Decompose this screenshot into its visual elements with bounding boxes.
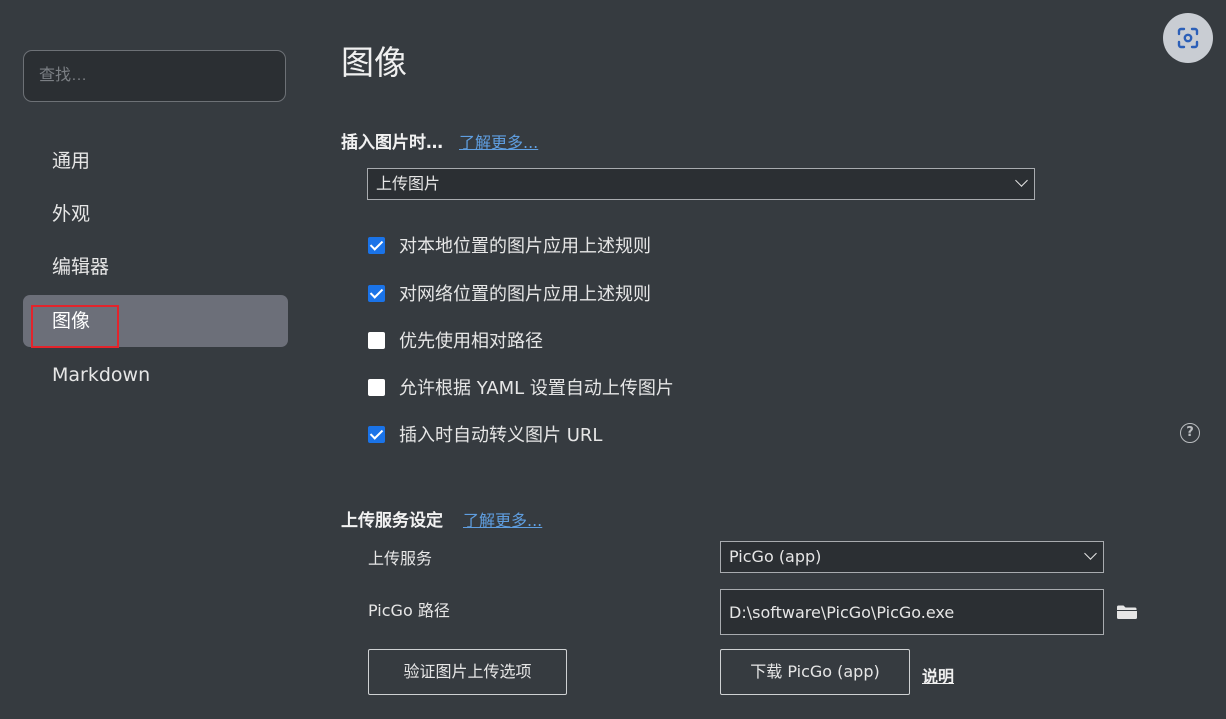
checkbox-label: 对本地位置的图片应用上述规则 xyxy=(399,236,651,257)
checkbox-label: 插入时自动转义图片 URL xyxy=(399,425,603,446)
picgo-path-label: PicGo 路径 xyxy=(368,601,450,620)
upload-section-title: 上传服务设定 xyxy=(341,511,443,531)
sidebar-item-appearance[interactable]: 外观 xyxy=(23,188,288,240)
download-picgo-button[interactable]: 下载 PicGo (app) xyxy=(720,649,910,695)
checkbox-row[interactable]: 优先使用相对路径 xyxy=(368,325,543,355)
checkbox-label: 优先使用相对路径 xyxy=(399,331,543,352)
search-input[interactable] xyxy=(23,50,286,102)
checkbox-escape-url[interactable] xyxy=(368,425,385,443)
insert-action-value: 上传图片 xyxy=(376,174,441,193)
checkbox-label: 允许根据 YAML 设置自动上传图片 xyxy=(399,378,674,399)
scan-button[interactable] xyxy=(1163,13,1213,63)
help-link[interactable]: 说明 xyxy=(922,663,954,687)
chevron-down-icon xyxy=(1084,547,1097,560)
insert-learn-more-link[interactable]: 了解更多... xyxy=(459,129,538,153)
upload-learn-more-link[interactable]: 了解更多... xyxy=(463,507,542,531)
checkbox-row[interactable]: 对本地位置的图片应用上述规则 xyxy=(368,230,651,260)
question-circle-icon[interactable]: ? xyxy=(1180,423,1200,443)
sidebar-item-editor[interactable]: 编辑器 xyxy=(23,241,288,293)
sidebar-item-general[interactable]: 通用 xyxy=(23,135,288,187)
upload-section-header: 上传服务设定 了解更多... xyxy=(341,506,542,531)
page-title: 图像 xyxy=(341,43,407,82)
checkbox-network-images[interactable] xyxy=(368,284,385,302)
insert-section-title: 插入图片时… xyxy=(341,133,443,153)
highlight-box xyxy=(31,305,119,348)
upload-service-value: PicGo (app) xyxy=(729,547,822,566)
insert-section-header: 插入图片时… 了解更多... xyxy=(341,128,538,153)
checkbox-relative-path[interactable] xyxy=(368,331,385,349)
chevron-down-icon xyxy=(1015,174,1028,187)
upload-service-label: 上传服务 xyxy=(368,549,433,568)
checkbox-row[interactable]: 插入时自动转义图片 URL xyxy=(368,419,602,449)
checkbox-label: 对网络位置的图片应用上述规则 xyxy=(399,284,651,305)
scan-icon xyxy=(1177,27,1199,49)
folder-icon[interactable] xyxy=(1116,603,1138,621)
picgo-path-input[interactable] xyxy=(720,589,1104,635)
sidebar-item-markdown[interactable]: Markdown xyxy=(23,349,288,401)
checkbox-local-images[interactable] xyxy=(368,236,385,254)
insert-action-select[interactable]: 上传图片 xyxy=(367,168,1035,200)
checkbox-row[interactable]: 允许根据 YAML 设置自动上传图片 xyxy=(368,372,674,402)
upload-service-select[interactable]: PicGo (app) xyxy=(720,541,1104,573)
checkbox-yaml-upload[interactable] xyxy=(368,378,385,396)
verify-upload-button[interactable]: 验证图片上传选项 xyxy=(368,649,567,695)
checkbox-row[interactable]: 对网络位置的图片应用上述规则 xyxy=(368,278,651,308)
